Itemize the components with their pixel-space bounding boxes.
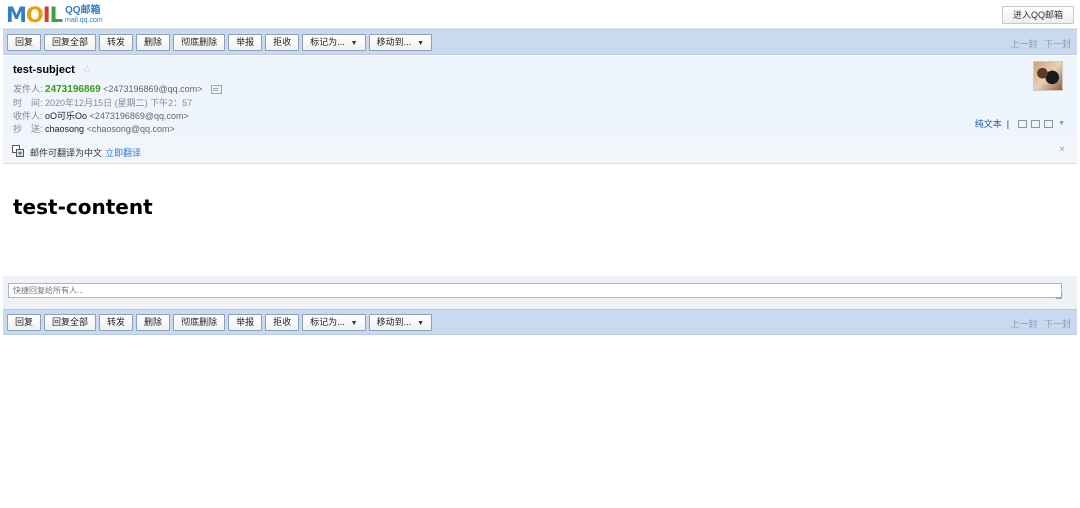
cc-row: 抄 送: chaosong <chaosong@qq.com>: [13, 122, 175, 135]
more-caret-icon[interactable]: ▼: [1058, 120, 1065, 127]
plain-text-link[interactable]: 纯文本: [975, 117, 1002, 130]
to-row: 收件人: oO可乐Oo <2473196869@qq.com>: [13, 109, 189, 122]
move-to-label: 移动到...: [376, 317, 412, 327]
caret-down-icon: ▼: [417, 40, 425, 47]
prev-mail-link[interactable]: 上一封: [1010, 319, 1037, 329]
move-to-dropdown[interactable]: 移动到... ▼: [368, 314, 433, 331]
qqmail-logo[interactable]: MOIL QQ邮箱 mail.qq.com: [6, 4, 103, 26]
prev-mail-link[interactable]: 上一封: [1010, 39, 1037, 49]
window-icon[interactable]: [1018, 119, 1028, 128]
recipient-address: <2473196869@qq.com>: [89, 111, 189, 121]
delete-button[interactable]: 删除: [136, 34, 171, 51]
next-mail-link[interactable]: 下一封: [1044, 319, 1071, 329]
quick-reply-area: [3, 276, 1077, 309]
star-icon[interactable]: ☆: [82, 63, 92, 76]
from-row: 发件人: 2473196869 <2473196869@qq.com>: [13, 82, 222, 95]
move-to-label: 移动到...: [376, 37, 412, 47]
delete-permanently-button[interactable]: 彻底删除: [173, 314, 226, 331]
mail-subject: test-subject: [13, 64, 75, 76]
delete-button[interactable]: 删除: [136, 314, 171, 331]
sender-avatar[interactable]: [1033, 61, 1063, 91]
mail-nav: 上一封 下一封: [1006, 37, 1071, 50]
delete-permanently-button[interactable]: 彻底删除: [173, 34, 226, 51]
mark-as-label: 标记为...: [310, 317, 345, 327]
mail-body: test-content: [13, 195, 153, 219]
copy-icon[interactable]: [1031, 119, 1041, 128]
cc-label: 抄 送:: [13, 124, 43, 134]
logo-cn: QQ邮箱: [64, 5, 101, 16]
top-bar: MOIL QQ邮箱 mail.qq.com 进入QQ邮箱: [0, 0, 1080, 29]
sender-address: <2473196869@qq.com>: [103, 84, 203, 94]
enter-qqmail-button[interactable]: 进入QQ邮箱: [1001, 6, 1074, 24]
resize-grip-icon[interactable]: [1055, 293, 1063, 299]
report-button[interactable]: 举报: [228, 34, 263, 51]
reply-all-button[interactable]: 回复全部: [44, 314, 97, 331]
logo-en: mail.qq.com: [64, 17, 103, 24]
mark-as-label: 标记为...: [310, 37, 345, 47]
translate-bar: 邮件可翻译为中文 立即翻译 ×: [3, 138, 1077, 164]
reply-button[interactable]: 回复: [7, 314, 42, 331]
forward-button[interactable]: 转发: [99, 314, 134, 331]
time-value: 2020年12月15日 (星期二) 下午2：57: [45, 98, 193, 108]
cc-address: <chaosong@qq.com>: [86, 124, 175, 134]
logo-wordmark: MOIL: [6, 3, 63, 27]
toolbar-top: 回复 回复全部 转发 删除 彻底删除 举报 拒收 标记为... ▼ 移动到... ▼…: [3, 29, 1077, 55]
toolbar-buttons: 回复 回复全部 转发 删除 彻底删除 举报 拒收 标记为... ▼ 移动到... ▼: [7, 314, 433, 331]
caret-down-icon: ▼: [417, 320, 425, 327]
mail-read-page: MOIL QQ邮箱 mail.qq.com 进入QQ邮箱 回复 回复全部 转发 …: [0, 0, 1080, 508]
recipient-name[interactable]: oO可乐Oo: [45, 111, 87, 121]
reject-button[interactable]: 拒收: [265, 314, 300, 331]
quick-reply-input[interactable]: [8, 283, 1062, 298]
translate-icon: [12, 145, 24, 157]
translate-text: 邮件可翻译为中文: [30, 148, 103, 158]
toolbar-bottom: 回复 回复全部 转发 删除 彻底删除 举报 拒收 标记为... ▼ 移动到... ▼…: [3, 309, 1077, 335]
time-row: 时 间: 2020年12月15日 (星期二) 下午2：57: [13, 96, 192, 109]
next-mail-link[interactable]: 下一封: [1044, 39, 1071, 49]
toolbar-buttons: 回复 回复全部 转发 删除 彻底删除 举报 拒收 标记为... ▼ 移动到... ▼: [7, 34, 433, 51]
cc-name[interactable]: chaosong: [45, 124, 84, 134]
mark-as-dropdown[interactable]: 标记为... ▼: [302, 314, 366, 331]
contact-card-icon[interactable]: [210, 85, 222, 95]
from-label: 发件人:: [13, 84, 43, 94]
caret-down-icon: ▼: [350, 40, 358, 47]
mail-nav: 上一封 下一封: [1006, 317, 1071, 330]
print-icon[interactable]: [1044, 119, 1054, 128]
forward-button[interactable]: 转发: [99, 34, 134, 51]
sender-name[interactable]: 2473196869: [45, 84, 101, 95]
reject-button[interactable]: 拒收: [265, 34, 300, 51]
close-icon[interactable]: ×: [1059, 144, 1065, 155]
reply-all-button[interactable]: 回复全部: [44, 34, 97, 51]
divider: |: [1006, 118, 1010, 129]
header-tools: 纯文本 | ▼: [975, 117, 1065, 130]
mark-as-dropdown[interactable]: 标记为... ▼: [302, 34, 366, 51]
time-label: 时 间:: [13, 98, 43, 108]
logo-subtitle: QQ邮箱 mail.qq.com: [65, 6, 103, 26]
to-label: 收件人:: [13, 111, 43, 121]
translate-now-link[interactable]: 立即翻译: [105, 146, 141, 159]
report-button[interactable]: 举报: [228, 314, 263, 331]
mail-header: test-subject ☆ 发件人: 2473196869 <24731968…: [3, 56, 1077, 138]
caret-down-icon: ▼: [350, 320, 358, 327]
reply-button[interactable]: 回复: [7, 34, 42, 51]
move-to-dropdown[interactable]: 移动到... ▼: [368, 34, 433, 51]
